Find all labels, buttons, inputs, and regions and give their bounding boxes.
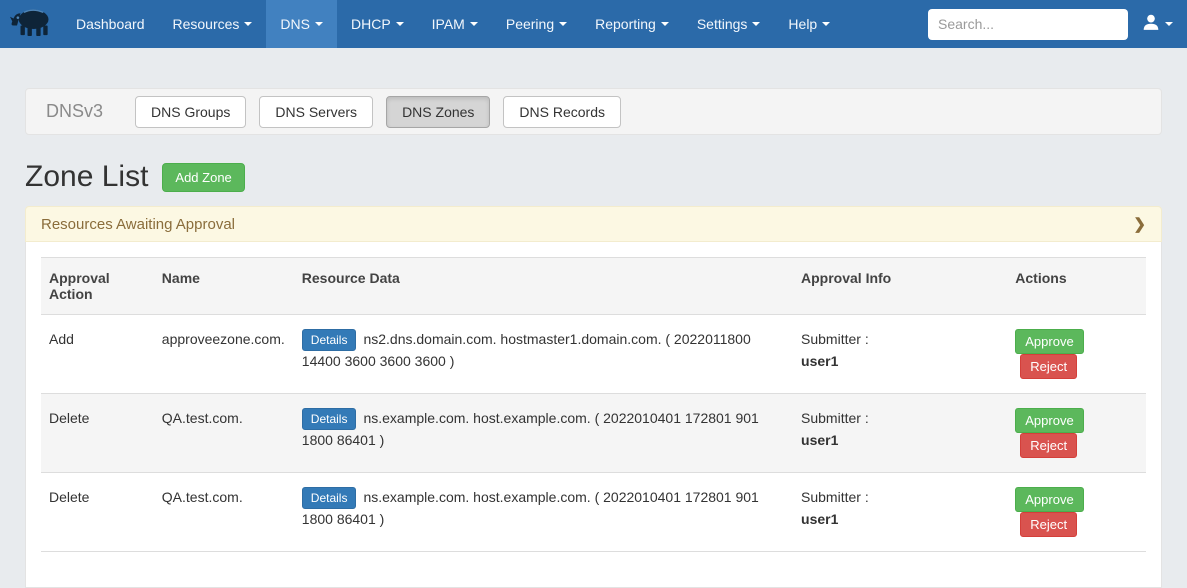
nav-item-resources[interactable]: Resources [159, 0, 267, 48]
chevron-down-icon [752, 22, 760, 26]
approval-panel-title: Resources Awaiting Approval [41, 216, 235, 233]
nav-item-dashboard[interactable]: Dashboard [62, 0, 159, 48]
col-header-approval-info: Approval Info [793, 258, 1007, 315]
page-title: Zone List [25, 160, 148, 194]
zone-name-cell: approveezone.com. [154, 315, 294, 394]
table-row: Delete QA.test.com. Detailsns.example.co… [41, 473, 1146, 552]
approval-panel-body: Approval Action Name Resource Data Appro… [25, 242, 1162, 588]
resource-data-text: ns2.dns.domain.com. hostmaster1.domain.c… [302, 331, 751, 369]
user-menu[interactable] [1142, 13, 1173, 36]
nav-item-dhcp[interactable]: DHCP [337, 0, 418, 48]
approval-action-cell: Delete [41, 394, 154, 473]
submitter-label: Submitter : [801, 489, 869, 505]
chevron-down-icon [315, 22, 323, 26]
table-row: Add approveezone.com. Detailsns2.dns.dom… [41, 315, 1146, 394]
reject-button[interactable]: Reject [1020, 512, 1077, 537]
approval-info-cell: Submitter : user1 [793, 473, 1007, 552]
zone-name-cell: QA.test.com. [154, 473, 294, 552]
nav-label: Peering [506, 16, 554, 32]
chevron-down-icon [661, 22, 669, 26]
approval-info-cell: Submitter : user1 [793, 394, 1007, 473]
subnav-tabs: DNS Groups DNS Servers DNS Zones DNS Rec… [135, 96, 621, 128]
nav-item-ipam[interactable]: IPAM [418, 0, 492, 48]
chevron-right-icon[interactable]: ❯ [1133, 215, 1146, 233]
nav-label: DHCP [351, 16, 391, 32]
chevron-down-icon [244, 22, 252, 26]
approval-panel: Resources Awaiting Approval ❯ Approval A… [25, 206, 1162, 588]
rhino-logo-icon [10, 6, 52, 43]
col-header-resource-data: Resource Data [294, 258, 793, 315]
tab-dns-servers[interactable]: DNS Servers [259, 96, 373, 128]
nav-label: Dashboard [76, 16, 145, 32]
approve-button[interactable]: Approve [1015, 408, 1083, 433]
submitter-name: user1 [801, 511, 838, 527]
user-icon [1142, 13, 1160, 36]
search-input[interactable] [928, 9, 1128, 40]
details-button[interactable]: Details [302, 487, 357, 509]
search-group [928, 9, 1128, 40]
nav-item-dns[interactable]: DNS [266, 0, 337, 48]
nav-label: Help [788, 16, 817, 32]
approve-button[interactable]: Approve [1015, 487, 1083, 512]
table-header-row: Approval Action Name Resource Data Appro… [41, 258, 1146, 315]
nav-label: Settings [697, 16, 748, 32]
nav-item-help[interactable]: Help [774, 0, 844, 48]
chevron-down-icon [822, 22, 830, 26]
approval-panel-header[interactable]: Resources Awaiting Approval ❯ [25, 206, 1162, 242]
nav-item-reporting[interactable]: Reporting [581, 0, 683, 48]
nav-item-peering[interactable]: Peering [492, 0, 581, 48]
col-header-actions: Actions [1007, 258, 1146, 315]
actions-cell: ApproveReject [1007, 394, 1146, 473]
tab-dns-groups[interactable]: DNS Groups [135, 96, 246, 128]
resource-data-cell: Detailsns.example.com. host.example.com.… [294, 473, 793, 552]
actions-cell: ApproveReject [1007, 473, 1146, 552]
navbar-right [928, 0, 1187, 48]
subnav-title: DNSv3 [46, 101, 103, 122]
resource-data-cell: Detailsns2.dns.domain.com. hostmaster1.d… [294, 315, 793, 394]
nav-label: DNS [280, 16, 310, 32]
main-content: DNSv3 DNS Groups DNS Servers DNS Zones D… [0, 88, 1187, 588]
col-header-name: Name [154, 258, 294, 315]
brand-logo[interactable] [0, 0, 62, 48]
nav-item-settings[interactable]: Settings [683, 0, 775, 48]
chevron-down-icon [1165, 22, 1173, 26]
details-button[interactable]: Details [302, 408, 357, 430]
approval-info-cell: Submitter : user1 [793, 315, 1007, 394]
tab-dns-zones[interactable]: DNS Zones [386, 96, 490, 128]
approve-button[interactable]: Approve [1015, 329, 1083, 354]
dns-subnav: DNSv3 DNS Groups DNS Servers DNS Zones D… [25, 88, 1162, 135]
nav-label: Reporting [595, 16, 656, 32]
nav-label: Resources [173, 16, 240, 32]
resource-data-text: ns.example.com. host.example.com. ( 2022… [302, 489, 759, 527]
main-nav: Dashboard Resources DNS DHCP IPAM Peerin… [62, 0, 844, 48]
approval-action-cell: Delete [41, 473, 154, 552]
resource-data-cell: Detailsns.example.com. host.example.com.… [294, 394, 793, 473]
approval-table: Approval Action Name Resource Data Appro… [41, 257, 1146, 552]
top-navbar: Dashboard Resources DNS DHCP IPAM Peerin… [0, 0, 1187, 48]
tab-dns-records[interactable]: DNS Records [503, 96, 621, 128]
reject-button[interactable]: Reject [1020, 433, 1077, 458]
reject-button[interactable]: Reject [1020, 354, 1077, 379]
zone-name-cell: QA.test.com. [154, 394, 294, 473]
nav-label: IPAM [432, 16, 465, 32]
page-head: Zone List Add Zone [25, 160, 1162, 194]
submitter-name: user1 [801, 353, 838, 369]
chevron-down-icon [470, 22, 478, 26]
submitter-label: Submitter : [801, 410, 869, 426]
col-header-approval-action: Approval Action [41, 258, 154, 315]
submitter-label: Submitter : [801, 331, 869, 347]
chevron-down-icon [396, 22, 404, 26]
submitter-name: user1 [801, 432, 838, 448]
add-zone-button[interactable]: Add Zone [162, 163, 244, 192]
chevron-down-icon [559, 22, 567, 26]
details-button[interactable]: Details [302, 329, 357, 351]
approval-action-cell: Add [41, 315, 154, 394]
table-row: Delete QA.test.com. Detailsns.example.co… [41, 394, 1146, 473]
resource-data-text: ns.example.com. host.example.com. ( 2022… [302, 410, 759, 448]
actions-cell: ApproveReject [1007, 315, 1146, 394]
